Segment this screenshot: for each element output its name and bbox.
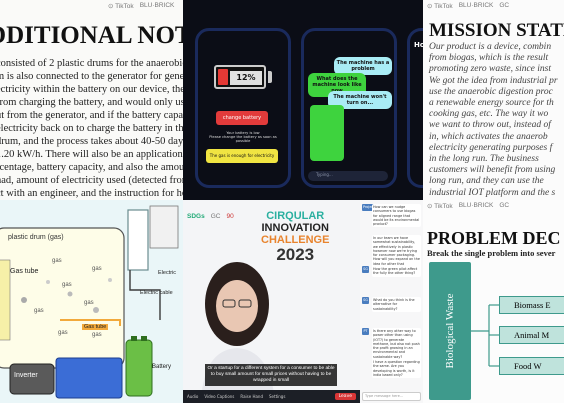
chat-messages: Project IdeasHow can we nudge consumers … [360, 200, 423, 392]
settings-button[interactable]: Settings [269, 394, 285, 399]
inverter-box [9, 363, 55, 395]
box-food: Food W [499, 357, 564, 375]
inverter-label: Inverter [14, 372, 38, 379]
mission-line: in the long run. The business [429, 154, 539, 164]
battery-box [125, 339, 153, 397]
gas-label-5: gas [84, 300, 94, 306]
note-line: 1.20 kW/h. There will also be an applica… [0, 149, 183, 160]
electric-cable-label: Electric cable [140, 290, 173, 296]
battery-percent: 12% [230, 71, 262, 85]
mission-heading: MISSION STATE [429, 20, 564, 41]
battery-label: Battery [152, 364, 172, 370]
mission-line: use the anaerobic digestion proc [429, 86, 553, 97]
mission-line: Our product is a device, combin [429, 42, 552, 52]
note-line: consisted of 2 plastic drums for the ana… [0, 58, 183, 69]
video-captions-button[interactable]: Video Captions [204, 394, 234, 399]
phone-battery-screen: 12% change battery Your battery is low P… [195, 28, 291, 188]
mission-line: cooking gas, etc. The way it wo [429, 109, 549, 120]
phone-chat-screen: The machine has a problem What does the … [301, 28, 397, 188]
gas-label-4: gas [34, 308, 44, 314]
chat-avatar: SG [362, 297, 369, 304]
gas-label-2: gas [92, 266, 102, 272]
change-battery-button[interactable]: change battery [216, 111, 268, 125]
box-animal: Animal M [499, 326, 564, 344]
note-line: m is also connected to the generator for… [0, 71, 183, 82]
mission-line: customers will benefit from using [429, 165, 556, 176]
gas-label-3: gas [62, 282, 72, 288]
gc-logo: GC [499, 2, 510, 9]
note-line: electricity back on to charge the batter… [0, 123, 183, 134]
mission-line: promoting zero waste, since inst [429, 64, 552, 75]
tiktok-logo-2: ⊙ TikTok [427, 3, 453, 10]
note-line: drum, and the process takes about 40-50 … [0, 136, 183, 147]
phone-third-screen: Ho [407, 28, 423, 188]
mission-line: long run, and they can use the [429, 176, 544, 187]
additional-notes-slide: ⊙ TikTok BLU·BRICK ADDITIONAL NOTES cons… [0, 0, 183, 200]
mission-line: industrial IOT platform and the s [429, 187, 556, 198]
chat-placeholder: Type message here... [365, 394, 404, 398]
gas-label-7: gas [92, 332, 102, 338]
call-toolbar: Audio Video Captions Raise Hand Settings… [183, 390, 360, 403]
video-call-tile: SDGs GC 90 CIRQULAR INNOVATION CHALLENGE… [183, 200, 360, 403]
electric-label: Electric [158, 270, 177, 276]
system-diagram: plastic drum (gas) gas gas gas gas gas g… [0, 200, 183, 403]
plastic-drum-shape [0, 227, 125, 369]
gas-label-6: gas [58, 330, 68, 336]
mission-statement-slide: ⊙ TikTok BLU·BRICK GC MISSION STATE Our … [423, 0, 564, 200]
image-placeholder [310, 105, 344, 161]
chat-avatar: SG [362, 266, 369, 273]
generator-box [55, 357, 123, 399]
mission-line: We got the idea from industrial pr [429, 75, 558, 86]
mission-line: electricity generating purposes f [429, 142, 553, 153]
chat-text: What do you think is the alternative for… [372, 297, 421, 312]
audio-button[interactable]: Audio [187, 394, 198, 399]
note-line: ct with an engineer, and the instruction… [0, 188, 183, 199]
mission-line: in, which activates the anaerob [429, 131, 548, 142]
typing-text: Typing... [316, 172, 333, 177]
face-shape [216, 280, 258, 332]
tiktok-logo: ⊙ TikTok [108, 3, 134, 10]
mission-line: a renewable energy source for th [429, 98, 554, 108]
battery-fill [218, 69, 228, 85]
slide-heading: ADDITIONAL NOTES [0, 22, 183, 49]
gas-tube-label-2: Gas tube [82, 324, 109, 330]
blubrick-logo-2: BLU·BRICK [458, 2, 494, 9]
screen-edge-heading: Ho [414, 41, 423, 49]
leave-button[interactable]: Leave [334, 393, 356, 400]
chat-panel: Project IdeasHow can we nudge consumers … [360, 200, 423, 403]
raise-hand-button[interactable]: Raise Hand [240, 394, 263, 399]
note-line: from charging the battery, and would onl… [0, 97, 183, 108]
problem-decomposition-slide: ⊙ TikTok BLU·BRICK GC PROBLEM DEC Break … [423, 200, 564, 403]
app-mockup-slide: 12% change battery Your battery is low P… [183, 0, 423, 200]
gas-enough-bubble: The gas is enough for electricity [206, 149, 278, 163]
note-line: had, amount of electricity used (detecte… [0, 175, 183, 186]
chat-input-box[interactable]: Type message here... [362, 392, 421, 401]
drum-label: plastic drum (gas) [8, 234, 64, 241]
chat-text: I have a question regarding the same. Ar… [372, 359, 421, 379]
mission-line: from biogas, which is the result [429, 53, 549, 64]
gas-tube-label: Gas tube [10, 268, 39, 275]
box-biomass: Biomass E [499, 296, 564, 314]
note-line: rcentage, battery capacity, and also the… [0, 162, 183, 173]
blubrick-logo: BLU·BRICK [139, 2, 175, 9]
caption-box: Or a startup for a different system for … [205, 364, 337, 386]
chat-avatar: PT [362, 328, 369, 335]
battery-tip [268, 71, 272, 83]
sponsor-logos-2: ⊙ TikTok BLU·BRICK GC [427, 2, 509, 10]
mission-line: we want to throw out, instead of [429, 120, 551, 131]
low-battery-text: Your battery is low Please change the ba… [209, 131, 277, 143]
chat-text: How can we nudge consumers to use biogas… [372, 204, 421, 228]
note-line: ut from the generator, and if the batter… [0, 110, 183, 121]
note-line: ectricity within the battery on our devi… [0, 84, 183, 95]
battery-icon: 12% [214, 65, 266, 89]
chat-input[interactable]: Typing... [308, 171, 388, 181]
sponsor-logos: ⊙ TikTok BLU·BRICK [108, 2, 174, 10]
chat-text: Is there any other way to power other th… [372, 328, 421, 361]
chat-text: How the green pilot affect the fully the… [372, 266, 421, 277]
gas-label-1: gas [52, 258, 62, 264]
